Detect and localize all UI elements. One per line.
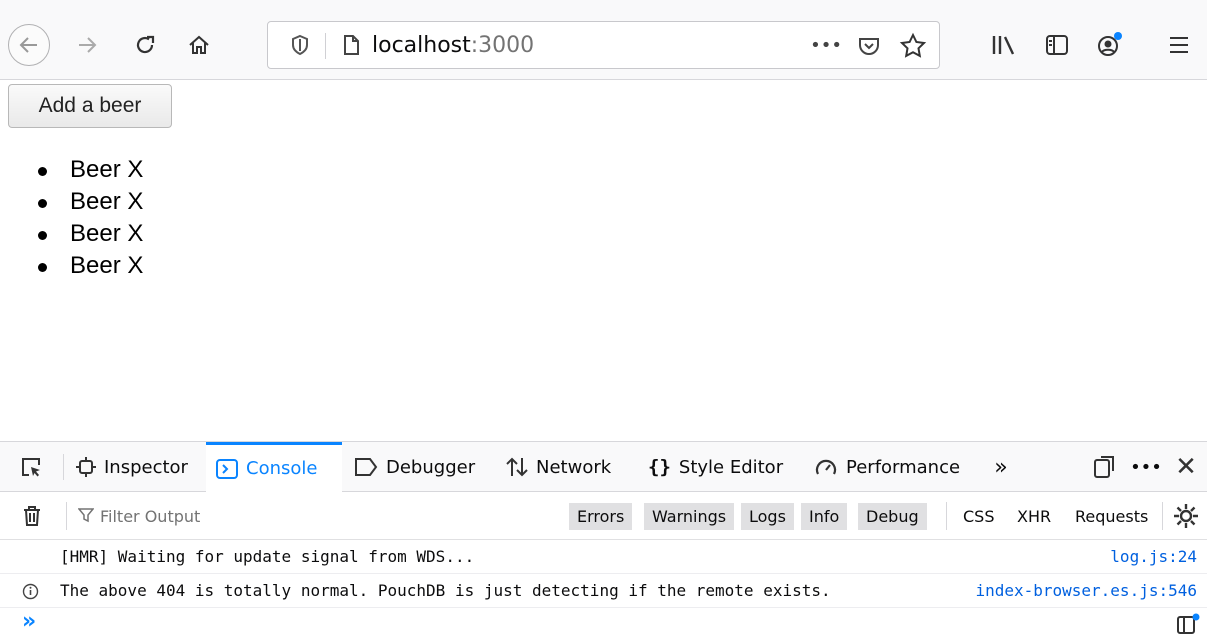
dock-side-button[interactable]: [1088, 442, 1120, 492]
tab-console-label: Console: [246, 458, 318, 479]
filter-info-button[interactable]: Info: [801, 503, 848, 530]
tab-performance[interactable]: Performance: [814, 442, 960, 492]
console-message: [HMR] Waiting for update signal from WDS…: [0, 540, 1207, 574]
console-message: The above 404 is totally normal. PouchDB…: [0, 574, 1207, 608]
tab-network[interactable]: Network: [506, 442, 611, 492]
close-devtools-button[interactable]: ✕: [1170, 442, 1202, 492]
sidebar-icon: [1046, 35, 1068, 55]
console-message-source-link[interactable]: index-browser.es.js:546: [975, 574, 1197, 608]
prompt-chevron-icon: »: [22, 609, 37, 634]
add-beer-button[interactable]: Add a beer: [8, 84, 172, 128]
library-button[interactable]: [987, 28, 1021, 62]
console-message-text: The above 404 is totally normal. PouchDB…: [60, 581, 831, 600]
filter-requests-button[interactable]: Requests: [1067, 503, 1156, 530]
split-console-icon[interactable]: [1176, 613, 1200, 635]
tab-console[interactable]: Console: [206, 442, 342, 492]
gear-icon[interactable]: [1172, 502, 1200, 530]
filter-separator: [946, 502, 947, 530]
filter-debug-button[interactable]: Debug: [858, 503, 927, 530]
account-icon: [1098, 32, 1122, 56]
back-button[interactable]: [8, 24, 50, 66]
inspector-icon: [76, 456, 96, 478]
list-item: Beer X: [34, 186, 143, 218]
browser-toolbar: localhost:3000 •••: [0, 0, 1207, 80]
dock-side-icon: [1094, 456, 1114, 478]
filter-errors-button[interactable]: Errors: [569, 503, 633, 530]
library-icon: [992, 36, 1015, 55]
trash-icon[interactable]: [20, 504, 44, 528]
url-host: localhost: [372, 33, 471, 58]
filter-output-input[interactable]: [100, 502, 520, 530]
performance-gauge-icon: [814, 456, 838, 478]
home-button[interactable]: [184, 28, 214, 62]
more-tabs-button[interactable]: »: [986, 442, 1016, 492]
devtools-menu-button[interactable]: •••: [1130, 442, 1162, 492]
devtools-tabbar: Inspector Console Debugger Network {} St…: [0, 442, 1207, 492]
bullet-icon: [38, 231, 47, 240]
page-info-icon[interactable]: [339, 33, 363, 57]
filter-funnel-icon: [78, 508, 94, 523]
forward-button[interactable]: [72, 28, 102, 62]
tab-separator: [63, 454, 64, 480]
devtools-panel: Inspector Console Debugger Network {} St…: [0, 441, 1207, 635]
tab-performance-label: Performance: [846, 456, 961, 478]
tracking-shield-icon[interactable]: [288, 33, 312, 57]
info-icon: [22, 583, 39, 600]
filter-warnings-button[interactable]: Warnings: [644, 503, 735, 530]
pocket-icon[interactable]: [856, 33, 882, 59]
bullet-icon: [38, 263, 47, 272]
url-bar[interactable]: localhost:3000 •••: [267, 21, 940, 69]
console-input-row[interactable]: »: [0, 608, 1207, 635]
filter-separator: [1162, 502, 1163, 530]
arrow-left-icon: [19, 37, 37, 53]
list-item: Beer X: [34, 250, 143, 282]
tab-inspector-label: Inspector: [104, 456, 188, 478]
beer-name: Beer X: [70, 252, 144, 279]
url-text[interactable]: localhost:3000: [372, 34, 534, 58]
tab-inspector[interactable]: Inspector: [76, 442, 188, 492]
bullet-icon: [38, 167, 47, 176]
debugger-icon: [354, 457, 378, 477]
page-actions-button[interactable]: •••: [810, 32, 842, 58]
filter-separator: [66, 502, 67, 530]
tab-debugger[interactable]: Debugger: [354, 442, 475, 492]
console-icon: [216, 458, 238, 479]
tab-style-editor-label: Style Editor: [678, 456, 784, 478]
filter-css-button[interactable]: CSS: [955, 503, 1002, 530]
list-item: Beer X: [34, 218, 143, 250]
console-message-source-link[interactable]: log.js:24: [1110, 540, 1197, 574]
reload-button[interactable]: [130, 28, 160, 62]
beer-name: Beer X: [70, 188, 144, 215]
url-separator: [325, 33, 326, 59]
url-port: :3000: [470, 33, 535, 58]
network-icon: [506, 456, 528, 478]
list-item: Beer X: [34, 154, 143, 186]
beer-list: Beer X Beer X Beer X Beer X: [34, 154, 143, 282]
home-icon: [189, 35, 209, 54]
reload-icon: [136, 35, 155, 54]
tab-network-label: Network: [536, 456, 612, 478]
element-picker-button[interactable]: [14, 442, 48, 492]
tab-debugger-label: Debugger: [386, 456, 476, 478]
sidebar-button[interactable]: [1040, 28, 1074, 62]
filter-xhr-button[interactable]: XHR: [1009, 503, 1059, 530]
filter-logs-button[interactable]: Logs: [741, 503, 794, 530]
console-message-text: [HMR] Waiting for update signal from WDS…: [60, 547, 475, 566]
account-button[interactable]: [1092, 28, 1126, 62]
element-picker-icon: [22, 458, 40, 477]
braces-icon: {}: [648, 456, 671, 478]
beer-name: Beer X: [70, 156, 144, 183]
bookmark-star-icon[interactable]: [899, 32, 927, 60]
arrow-right-icon: [79, 37, 97, 53]
hamburger-menu-button[interactable]: [1162, 28, 1196, 62]
beer-name: Beer X: [70, 220, 144, 247]
console-filter-bar: Errors Warnings Logs Info Debug CSS XHR …: [0, 492, 1207, 540]
hamburger-icon: [1170, 37, 1188, 53]
tab-style-editor[interactable]: {} Style Editor: [648, 442, 783, 492]
bullet-icon: [38, 199, 47, 208]
